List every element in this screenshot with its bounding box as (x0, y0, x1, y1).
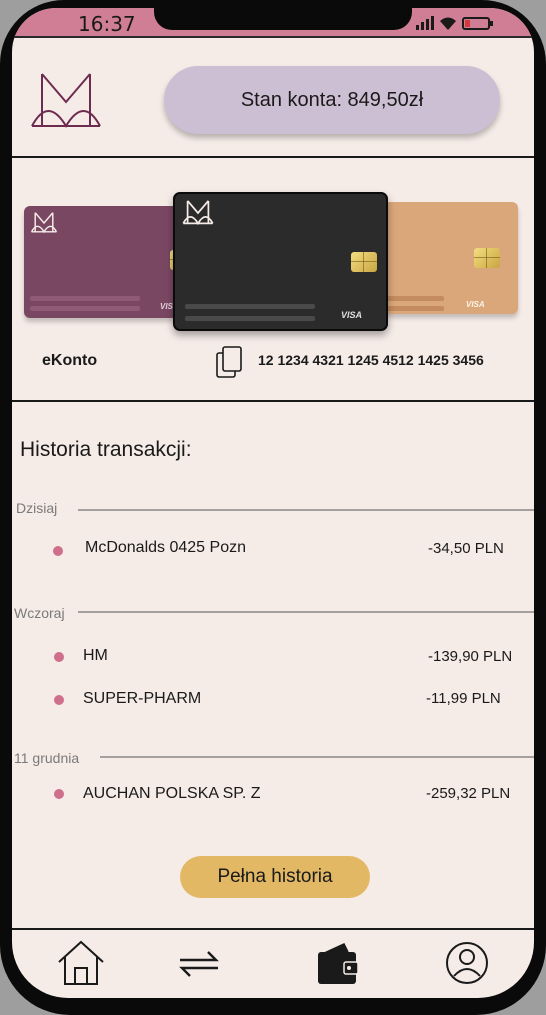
transaction-dot (54, 652, 64, 662)
group-label-today: Dzisiaj (16, 500, 58, 516)
card-stripe (185, 304, 315, 309)
status-bar: 16:37 (12, 8, 534, 38)
transfer-icon[interactable] (174, 938, 224, 988)
card-black[interactable]: VISA (173, 192, 388, 331)
notch (154, 8, 412, 30)
account-name: eKonto (42, 352, 98, 369)
header: Stan konta: 849,50zł (12, 38, 534, 158)
home-icon[interactable] (56, 938, 106, 988)
transaction-history: Historia transakcji: Dzisiaj McDonalds 0… (12, 400, 534, 930)
card-brand: VISA (341, 310, 363, 320)
card-stripe (30, 296, 140, 301)
transaction-name: HM (83, 647, 108, 664)
card-gold[interactable]: VISA (372, 202, 518, 314)
card-carousel[interactable]: VISA VISA VISA eKonto 12 1234 4321 1245 … (12, 158, 534, 398)
transaction-amount: -11,99 PLN (426, 690, 501, 707)
signal-icon (416, 16, 434, 30)
bank-logo (31, 73, 101, 128)
group-divider (78, 611, 534, 613)
wallet-icon[interactable] (314, 938, 364, 988)
transaction-row[interactable]: AUCHAN POLSKA SP. Z -259,32 PLN (12, 783, 534, 807)
transaction-dot (54, 695, 64, 705)
transaction-amount: -139,90 PLN (428, 648, 513, 665)
bottom-navigation (12, 928, 534, 998)
group-label-date: 11 grudnia (14, 750, 80, 766)
transaction-row[interactable]: HM -139,90 PLN (12, 646, 534, 670)
transaction-name: McDonalds 0425 Pozn (85, 539, 246, 556)
group-divider (100, 756, 534, 758)
transaction-amount: -34,50 PLN (428, 540, 504, 557)
card-chip (351, 252, 377, 272)
card-plum[interactable]: VISA (24, 206, 196, 318)
transaction-dot (54, 789, 64, 799)
profile-icon[interactable] (442, 938, 492, 988)
transaction-row[interactable]: McDonalds 0425 Pozn -34,50 PLN (12, 538, 534, 562)
card-logo-icon (182, 200, 214, 226)
transaction-amount: -259,32 PLN (426, 785, 511, 802)
card-brand: VISA (466, 300, 485, 309)
card-logo-icon (30, 212, 58, 234)
app-screen: 16:37 Stan konta: 849,50zł VISA VISA VIS… (12, 8, 534, 998)
transaction-name: SUPER-PHARM (83, 690, 202, 707)
status-icons (416, 14, 493, 32)
copy-icon[interactable] (216, 346, 244, 378)
transaction-name: AUCHAN POLSKA SP. Z (83, 785, 261, 802)
card-stripe (185, 316, 315, 321)
group-label-yesterday: Wczoraj (14, 605, 65, 621)
group-divider (78, 509, 534, 511)
account-number[interactable]: 12 1234 4321 1245 4512 1425 3456 (258, 352, 484, 368)
transaction-row[interactable]: SUPER-PHARM -11,99 PLN (12, 689, 534, 713)
transaction-dot (53, 546, 63, 556)
full-history-button[interactable]: Pełna historia (180, 856, 370, 898)
battery-icon (462, 16, 493, 30)
card-chip (474, 248, 500, 268)
balance-pill[interactable]: Stan konta: 849,50zł (164, 66, 500, 134)
status-time: 16:37 (78, 12, 136, 36)
phone-frame: 16:37 Stan konta: 849,50zł VISA VISA VIS… (0, 0, 546, 1015)
history-title: Historia transakcji: (20, 438, 192, 461)
card-stripe (30, 306, 140, 311)
wifi-icon (440, 17, 456, 30)
